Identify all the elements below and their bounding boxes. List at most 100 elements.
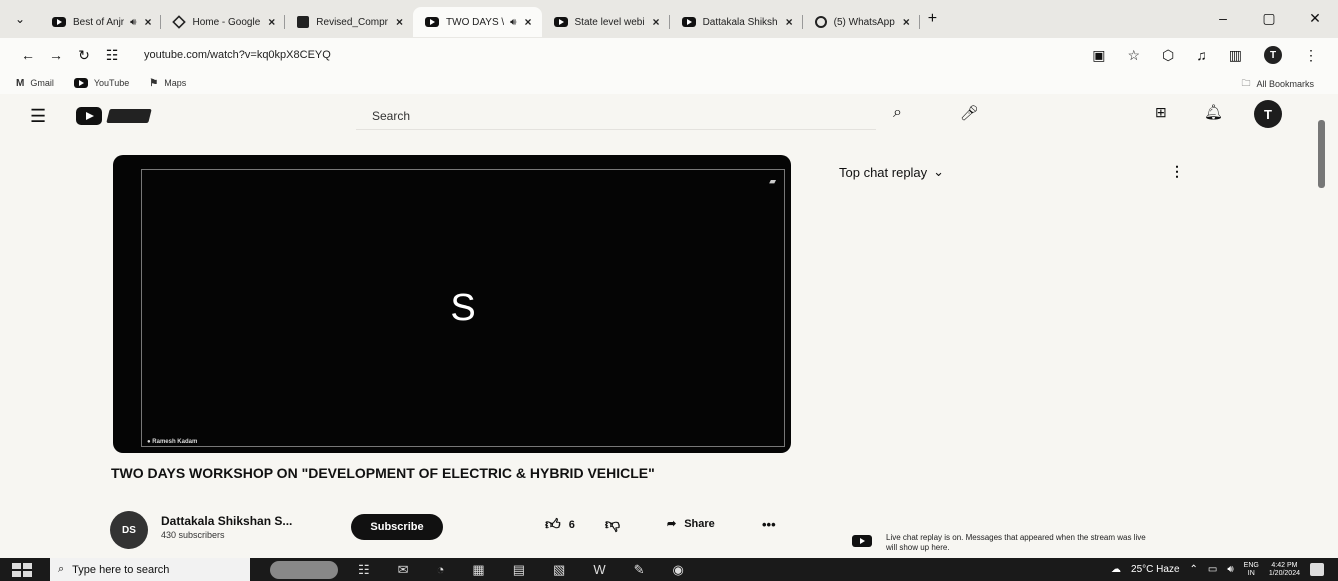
search-icon: ⌕ bbox=[58, 563, 65, 575]
lang-bottom: IN bbox=[1247, 569, 1255, 577]
tab-search-chevron-icon[interactable]: ⌄ bbox=[0, 0, 40, 38]
side-panel-icon[interactable]: ▥ bbox=[1229, 47, 1242, 64]
chat-notice-text: Live chat replay is on. Messages that ap… bbox=[886, 533, 1146, 552]
scrollbar-thumb[interactable] bbox=[1318, 120, 1325, 188]
clock-time: 4:42 PM bbox=[1271, 561, 1298, 569]
profile-avatar[interactable]: T bbox=[1264, 46, 1282, 64]
tab-revised[interactable]: Revised_Compr × bbox=[285, 7, 413, 37]
close-tab-icon[interactable]: × bbox=[144, 15, 151, 29]
cast-icon[interactable]: ▣ bbox=[1092, 47, 1105, 64]
share-button[interactable]: ➦ Share bbox=[667, 517, 715, 531]
close-tab-icon[interactable]: × bbox=[396, 15, 403, 29]
close-tab-icon[interactable]: × bbox=[786, 15, 793, 29]
network-icon[interactable]: ▭ bbox=[1208, 564, 1217, 575]
tab-whatsapp[interactable]: (5) WhatsApp × bbox=[803, 7, 920, 37]
tab-google-home[interactable]: Home - Google × bbox=[161, 7, 286, 37]
clock[interactable]: 4:42 PM 1/20/2024 bbox=[1269, 562, 1300, 578]
close-tab-icon[interactable]: × bbox=[524, 15, 531, 29]
close-tab-icon[interactable]: × bbox=[903, 15, 910, 29]
close-tab-icon[interactable]: × bbox=[653, 15, 660, 29]
drive-icon bbox=[172, 15, 187, 29]
create-video-icon[interactable]: ⊞ bbox=[1155, 104, 1167, 121]
channel-avatar[interactable]: DS bbox=[110, 511, 148, 549]
video-screen-letter: S bbox=[450, 286, 476, 329]
subscribe-button[interactable]: Subscribe bbox=[351, 514, 443, 540]
microphone-icon[interactable]: 🎤︎ bbox=[960, 104, 979, 122]
close-tab-icon[interactable]: × bbox=[268, 15, 275, 29]
chrome-icon[interactable]: ◉ bbox=[673, 562, 684, 578]
speaker-icon[interactable]: 🔊︎ bbox=[130, 17, 136, 28]
word-icon[interactable]: W bbox=[593, 562, 605, 577]
whatsapp-icon bbox=[814, 16, 827, 28]
taskbar-widget-icon[interactable] bbox=[270, 560, 338, 579]
mail-icon[interactable]: ✉ bbox=[398, 562, 409, 578]
search-placeholder: Search bbox=[372, 108, 411, 123]
taskbar-search-placeholder: Type here to search bbox=[72, 563, 170, 576]
chat-options-icon[interactable]: ⋮ bbox=[1170, 163, 1184, 180]
tab-strip: ⌄ Best of Anjr 🔊︎ × Home - Google × Revi… bbox=[0, 0, 1338, 38]
search-input[interactable]: Search bbox=[356, 102, 876, 130]
show-hidden-icons-chevron-icon[interactable]: ⌃ bbox=[1190, 564, 1198, 575]
all-bookmarks-label: All Bookmarks bbox=[1256, 79, 1314, 89]
youtube-logo[interactable] bbox=[76, 107, 152, 125]
folder-icon: 🗀︎ bbox=[1241, 78, 1251, 88]
windows-start-icon[interactable] bbox=[12, 562, 32, 577]
weather-text[interactable]: 25°C Haze bbox=[1131, 564, 1179, 575]
store-icon[interactable]: ▦ bbox=[472, 562, 484, 578]
weather-icon: ☁ bbox=[1111, 564, 1122, 575]
doc-icon bbox=[297, 16, 310, 28]
search-icon[interactable]: ⌕ bbox=[893, 104, 902, 122]
all-bookmarks[interactable]: 🗀︎ All Bookmarks bbox=[1241, 76, 1314, 92]
minimize-icon[interactable]: – bbox=[1200, 0, 1246, 38]
bookmark-maps[interactable]: ⚑ Maps bbox=[149, 78, 186, 89]
tab-best-of[interactable]: Best of Anjr 🔊︎ × bbox=[40, 7, 162, 37]
extensions-icon[interactable]: ⬡ bbox=[1162, 47, 1174, 64]
chat-mode-dropdown[interactable]: Top chat replay ⌄ bbox=[839, 164, 944, 180]
url-field[interactable]: youtube.com/watch?v=kq0kpX8CEYQ bbox=[144, 49, 331, 61]
tab-title: Revised_Compr bbox=[316, 16, 388, 28]
site-settings-icon[interactable]: ☷ bbox=[98, 47, 126, 64]
bookmark-youtube[interactable]: YouTube bbox=[73, 78, 129, 88]
tab-dattakala[interactable]: Dattakala Shiksh × bbox=[670, 7, 803, 37]
new-tab-icon[interactable]: + bbox=[928, 10, 937, 28]
volume-icon[interactable]: 🔊︎ bbox=[1227, 564, 1233, 575]
video-player[interactable]: S ▰ ● Ramesh Kadam bbox=[113, 155, 791, 453]
speaker-icon[interactable]: 🔊︎ bbox=[510, 17, 516, 28]
video-title: TWO DAYS WORKSHOP ON "DEVELOPMENT OF ELE… bbox=[111, 465, 655, 481]
hamburger-menu-icon[interactable]: ☰ bbox=[30, 106, 50, 127]
page-scrollbar[interactable] bbox=[1316, 100, 1328, 550]
bookmark-gmail[interactable]: M Gmail bbox=[16, 78, 54, 89]
bookmark-star-icon[interactable]: ☆ bbox=[1127, 47, 1140, 64]
tab-two-days-active[interactable]: TWO DAYS \ 🔊︎ × bbox=[413, 7, 542, 37]
channel-name[interactable]: Dattakala Shikshan S... bbox=[161, 514, 292, 528]
system-tray: ☁ 25°C Haze ⌃ ▭ 🔊︎ ENG IN 4:42 PM 1/20/2… bbox=[1111, 558, 1324, 581]
edge-icon[interactable]: ◔ bbox=[437, 562, 445, 577]
close-window-icon[interactable]: ✕ bbox=[1292, 0, 1338, 38]
thumbs-down-icon[interactable]: 👎︎ bbox=[605, 516, 620, 534]
forward-icon[interactable]: → bbox=[42, 47, 70, 63]
tab-state-level[interactable]: State level webi × bbox=[542, 7, 670, 37]
pin-icon: ▰ bbox=[769, 176, 776, 186]
lang-top: ENG bbox=[1243, 561, 1259, 569]
windows-taskbar: ⌕ Type here to search ☷ ✉ ◔ ▦ ▤ ▧ W ✎ ◉ … bbox=[0, 558, 1338, 581]
media-control-icon[interactable]: ♫ bbox=[1196, 47, 1207, 63]
taskbar-search-input[interactable]: ⌕ Type here to search bbox=[50, 558, 250, 581]
youtube-icon bbox=[73, 78, 88, 88]
paint-icon[interactable]: ✎ bbox=[634, 562, 645, 578]
back-icon[interactable]: ← bbox=[14, 47, 42, 63]
subscriber-count: 430 subscribers bbox=[161, 530, 225, 540]
reload-icon[interactable]: ↻ bbox=[70, 47, 98, 64]
notifications-bell-icon[interactable]: 🔔︎ bbox=[1204, 103, 1223, 121]
account-avatar[interactable]: T bbox=[1254, 100, 1282, 128]
tab-title: Home - Google bbox=[192, 16, 261, 28]
thumbs-up-icon[interactable]: 👍︎ bbox=[545, 516, 561, 534]
file-explorer-icon[interactable]: ▤ bbox=[513, 562, 525, 578]
notification-center-icon[interactable] bbox=[1310, 563, 1324, 576]
browser-menu-icon[interactable]: ⋮ bbox=[1304, 47, 1318, 64]
maximize-icon[interactable]: ▢ bbox=[1246, 0, 1292, 38]
bookmark-label: Maps bbox=[164, 78, 187, 88]
language-indicator[interactable]: ENG IN bbox=[1244, 562, 1259, 578]
photos-icon[interactable]: ▧ bbox=[553, 562, 565, 578]
task-view-icon[interactable]: ☷ bbox=[358, 562, 370, 578]
more-actions-icon[interactable]: ••• bbox=[762, 517, 776, 532]
